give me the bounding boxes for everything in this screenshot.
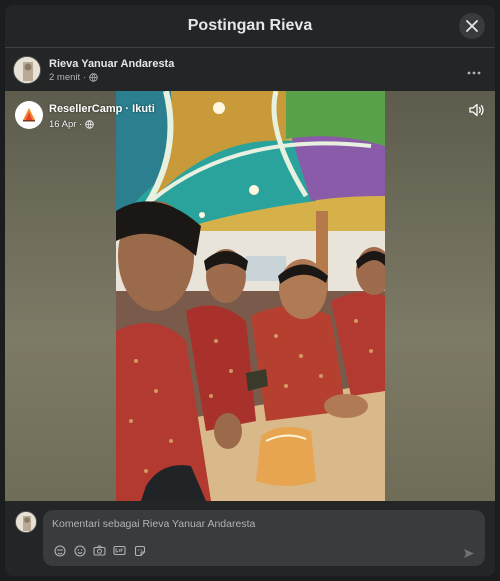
author-name[interactable]: Rieva Yanuar Andaresta — [49, 58, 174, 70]
more-options-button[interactable] — [467, 62, 481, 78]
close-button[interactable] — [459, 13, 485, 39]
emoji-icon[interactable] — [73, 544, 86, 557]
more-dots-icon — [467, 71, 481, 75]
sticker-icon[interactable] — [133, 544, 146, 557]
post-author-row: Rieva Yanuar Andaresta 2 menit · — [5, 48, 495, 92]
shared-source-name[interactable]: ResellerCamp · Ikuti — [49, 103, 155, 115]
author-meta: Rieva Yanuar Andaresta 2 menit · — [49, 58, 174, 83]
resellercamp-logo[interactable] — [15, 100, 43, 129]
post-time[interactable]: 2 menit — [49, 72, 80, 83]
post-time-row: 2 menit · — [49, 72, 174, 83]
shared-date-row: 16 Apr · — [49, 119, 155, 130]
speaker-icon — [469, 103, 484, 117]
author-avatar[interactable] — [13, 56, 41, 84]
sound-toggle-button[interactable] — [469, 103, 485, 122]
comment-composer: Komentari sebagai Rieva Yanuar Andaresta — [5, 501, 495, 576]
video-blur-left — [5, 91, 116, 501]
comment-input-box[interactable]: Komentari sebagai Rieva Yanuar Andaresta — [43, 510, 485, 566]
video-still-image — [116, 91, 385, 501]
modal-header: Postingan Rieva — [5, 5, 495, 48]
globe-icon — [85, 120, 95, 129]
modal-title: Postingan Rieva — [187, 17, 313, 34]
comment-tools — [53, 544, 146, 557]
shared-date[interactable]: 16 Apr · — [49, 119, 82, 130]
shared-source-row: ResellerCamp · Ikuti 16 Apr · — [15, 99, 155, 130]
gif-icon[interactable] — [113, 544, 126, 557]
close-icon — [466, 20, 478, 32]
camera-icon[interactable] — [93, 544, 106, 557]
shared-video[interactable]: ResellerCamp · Ikuti 16 Apr · — [5, 91, 495, 501]
send-icon — [464, 549, 474, 558]
avatar-sticker-icon[interactable] — [53, 544, 66, 557]
globe-icon — [89, 72, 99, 82]
comment-input[interactable]: Komentari sebagai Rieva Yanuar Andaresta — [52, 518, 255, 530]
post-modal: Postingan Rieva Rieva Yanuar Andaresta 2… — [5, 5, 495, 576]
send-button[interactable] — [463, 546, 475, 564]
video-blur-right — [385, 91, 495, 501]
video-frame[interactable] — [116, 91, 385, 501]
shared-source-meta: ResellerCamp · Ikuti 16 Apr · — [49, 99, 155, 130]
commenter-avatar[interactable] — [15, 511, 37, 533]
